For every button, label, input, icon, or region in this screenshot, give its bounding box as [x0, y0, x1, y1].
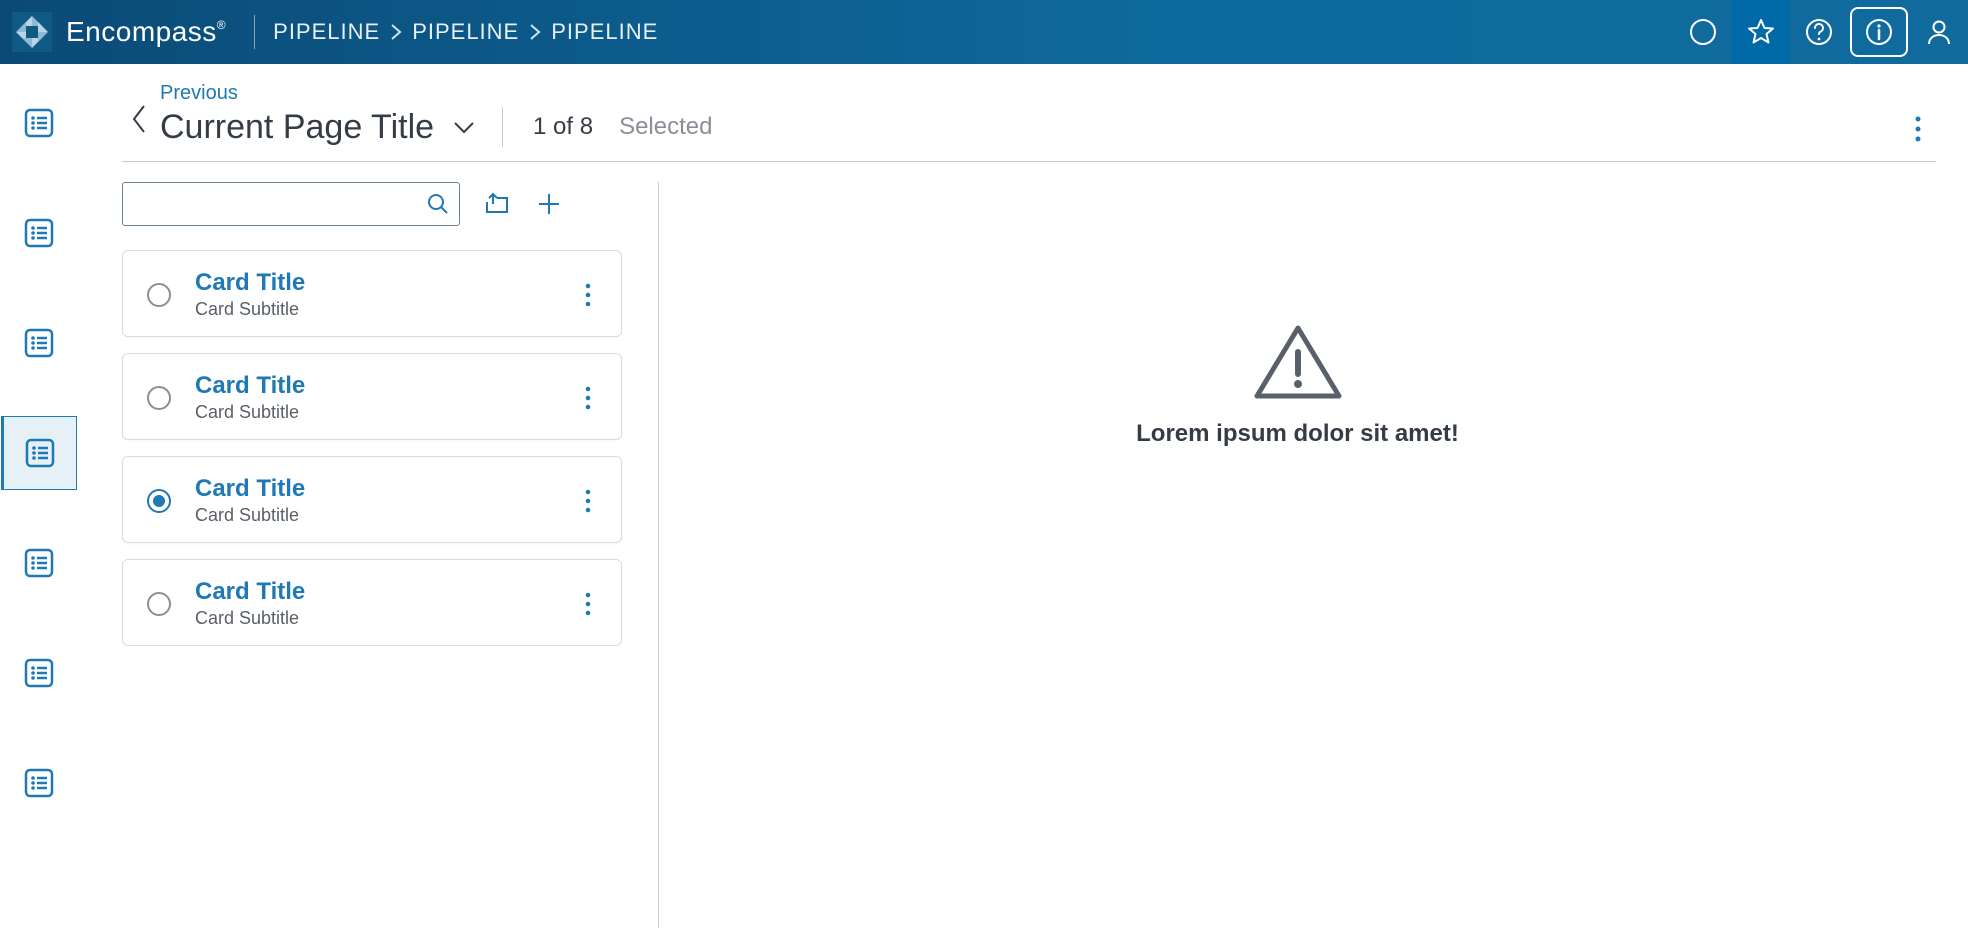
left-rail [0, 64, 78, 928]
search-input[interactable] [133, 194, 427, 215]
divider [254, 15, 255, 49]
breadcrumb-item[interactable]: PIPELINE [551, 19, 658, 45]
card-radio[interactable] [147, 283, 171, 307]
list-icon [23, 657, 55, 689]
card-subtitle: Card Subtitle [195, 505, 549, 526]
rail-item[interactable] [2, 306, 76, 380]
warning-triangle-icon [1253, 322, 1343, 402]
list-pane: Card Title Card Subtitle Card Title Card… [122, 182, 622, 928]
rail-item[interactable] [2, 636, 76, 710]
rail-item[interactable] [2, 526, 76, 600]
page-header: Previous Current Page Title 1 of 8 Selec… [122, 76, 1936, 162]
card-subtitle: Card Subtitle [195, 299, 549, 320]
card-subtitle: Card Subtitle [195, 608, 549, 629]
topbar-actions [1674, 0, 1968, 64]
page-menu-kebab-icon[interactable] [1900, 111, 1936, 147]
rail-item[interactable] [2, 196, 76, 270]
chevron-right-icon [529, 23, 541, 41]
card-menu-kebab-icon[interactable] [573, 481, 603, 521]
brand: Encompass® [0, 12, 250, 52]
card[interactable]: Card Title Card Subtitle [122, 353, 622, 440]
card-body: Card Title Card Subtitle [195, 475, 549, 526]
breadcrumb-item[interactable]: PIPELINE [412, 19, 519, 45]
chevron-right-icon [390, 23, 402, 41]
list-icon [23, 107, 55, 139]
selected-label: Selected [619, 113, 712, 141]
card-radio[interactable] [147, 386, 171, 410]
search-field[interactable] [122, 182, 460, 226]
card-title: Card Title [195, 475, 549, 503]
list-icon [23, 327, 55, 359]
dropdown-chevron-icon[interactable] [452, 119, 476, 135]
card[interactable]: Card Title Card Subtitle [122, 559, 622, 646]
card-title: Card Title [195, 372, 549, 400]
detail-pane: Lorem ipsum dolor sit amet! [658, 182, 1936, 928]
card-title: Card Title [195, 578, 549, 606]
card-title: Card Title [195, 269, 549, 297]
empty-state-text: Lorem ipsum dolor sit amet! [1136, 420, 1459, 448]
card[interactable]: Card Title Card Subtitle [122, 250, 622, 337]
breadcrumb-item[interactable]: PIPELINE [273, 19, 380, 45]
rail-item[interactable] [2, 746, 76, 820]
breadcrumb: PIPELINE PIPELINE PIPELINE [273, 19, 658, 45]
card-body: Card Title Card Subtitle [195, 269, 549, 320]
panes: Card Title Card Subtitle Card Title Card… [122, 162, 1936, 928]
list-icon [23, 217, 55, 249]
card[interactable]: Card Title Card Subtitle [122, 456, 622, 543]
favorite-star-icon[interactable] [1732, 0, 1790, 64]
circle-icon[interactable] [1674, 0, 1732, 64]
card-list: Card Title Card Subtitle Card Title Card… [122, 250, 622, 646]
empty-state: Lorem ipsum dolor sit amet! [1136, 322, 1459, 448]
page-title: Current Page Title [160, 108, 434, 147]
card-subtitle: Card Subtitle [195, 402, 549, 423]
export-icon[interactable] [482, 189, 512, 219]
card-body: Card Title Card Subtitle [195, 578, 549, 629]
card-menu-kebab-icon[interactable] [573, 378, 603, 418]
card-body: Card Title Card Subtitle [195, 372, 549, 423]
user-icon[interactable] [1910, 0, 1968, 64]
brand-name: Encompass® [66, 16, 226, 48]
layout: Previous Current Page Title 1 of 8 Selec… [0, 64, 1968, 928]
rail-item[interactable] [1, 416, 77, 490]
previous-link[interactable]: Previous [160, 82, 712, 105]
brand-logo-icon [12, 12, 52, 52]
title-stack: Previous Current Page Title 1 of 8 Selec… [160, 82, 712, 147]
divider [502, 107, 503, 147]
list-icon [23, 547, 55, 579]
card-menu-kebab-icon[interactable] [573, 275, 603, 315]
search-icon[interactable] [427, 193, 449, 215]
card-menu-kebab-icon[interactable] [573, 584, 603, 624]
rail-item[interactable] [2, 86, 76, 160]
list-tools [122, 182, 622, 226]
help-icon[interactable] [1790, 0, 1848, 64]
topbar: Encompass® PIPELINE PIPELINE PIPELINE [0, 0, 1968, 64]
add-icon[interactable] [534, 189, 564, 219]
list-icon [23, 767, 55, 799]
card-radio[interactable] [147, 489, 171, 513]
list-icon [24, 437, 56, 469]
info-icon[interactable] [1850, 7, 1908, 57]
back-chevron-icon[interactable] [122, 93, 156, 145]
content: Previous Current Page Title 1 of 8 Selec… [78, 64, 1968, 928]
page-count: 1 of 8 [533, 113, 593, 141]
card-radio[interactable] [147, 592, 171, 616]
